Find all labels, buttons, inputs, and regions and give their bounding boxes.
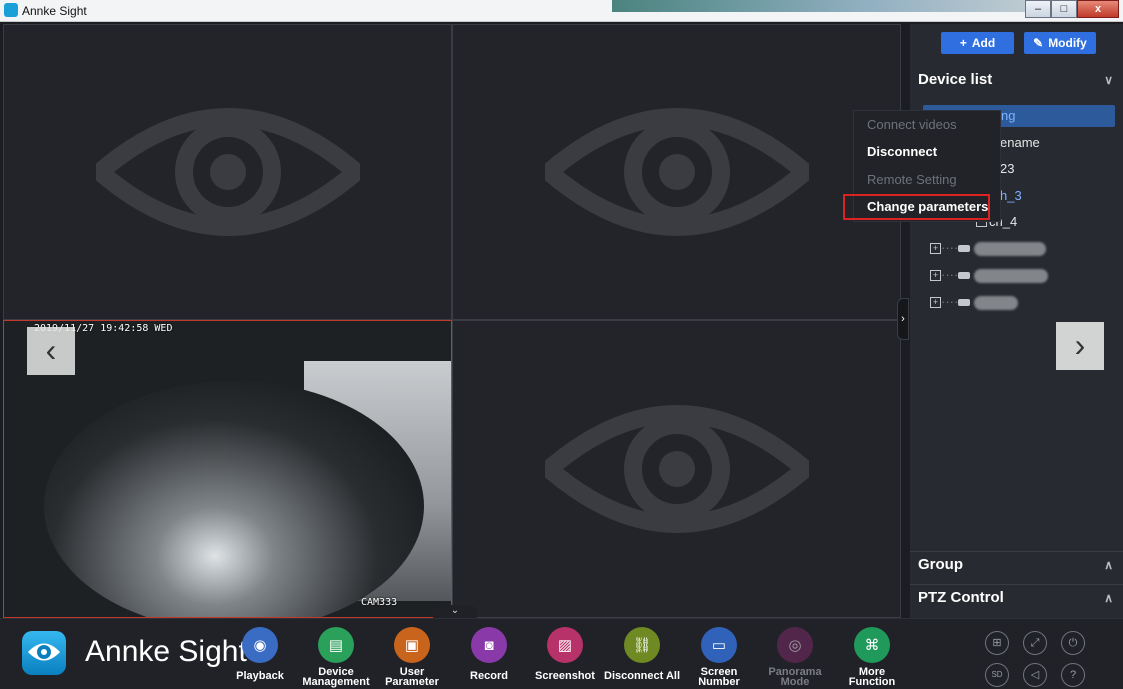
toolbar-button-label: Device Management xyxy=(298,667,374,688)
toolbar-button-screenshot[interactable]: ▨ Screenshot xyxy=(527,627,603,682)
multi-camera-icon[interactable]: ⊞ xyxy=(985,631,1009,655)
toolbar-button-screen-number[interactable]: ▭ Screen Number xyxy=(681,627,757,688)
minimize-button[interactable]: – xyxy=(1025,0,1051,18)
device-list-header[interactable]: Device list ∨ xyxy=(910,66,1123,94)
label-line-1: Record xyxy=(470,670,508,682)
maximize-button[interactable]: □ xyxy=(1051,0,1077,18)
toolbar-collapse-toggle[interactable]: ⌄ xyxy=(433,605,477,618)
video-grid: 2019/11/27 19:42:58 WED CAM333 ‹ xyxy=(3,24,901,618)
chevron-down-icon: ∨ xyxy=(1104,73,1113,87)
eye-placeholder-icon xyxy=(544,405,809,533)
mute-icon[interactable]: ◁ xyxy=(1023,663,1047,687)
playback-icon: ◉ xyxy=(242,627,278,663)
modify-device-button[interactable]: ✎ Modify xyxy=(1024,32,1096,54)
menu-item-connect-videos: Connect videos xyxy=(867,117,957,132)
power-icon[interactable]: ⏻ xyxy=(1061,631,1085,655)
label-line-2: Management xyxy=(302,676,370,688)
label-line-1: Screenshot xyxy=(535,670,595,682)
app-icon xyxy=(4,3,18,17)
toolbar-button-label: More Function xyxy=(834,667,910,688)
dvr-icon xyxy=(958,299,971,307)
highlight-box xyxy=(843,194,990,220)
camera-name-label: CAM333 xyxy=(361,597,398,608)
redacted-device-name xyxy=(973,268,1048,283)
video-cell-1[interactable] xyxy=(3,24,452,320)
toolbar-button-label: Panorama Mode xyxy=(757,667,833,688)
device-list-title: Device list xyxy=(918,71,993,88)
close-button[interactable]: x xyxy=(1077,0,1119,18)
toolbar-button-disconnect-all[interactable]: ⛓ Disconnect All xyxy=(604,627,680,682)
label-line-2: Mode xyxy=(780,676,810,688)
more-function-icon: ⌘ xyxy=(854,627,890,663)
add-label: Add xyxy=(971,36,996,50)
panorama-mode-icon: ◎ xyxy=(777,627,813,663)
screenshot-icon: ▨ xyxy=(547,627,583,663)
bottom-toolbar: Annke Sight ◉ Playback ▤ Device Management ▣ U… xyxy=(0,618,1123,689)
tree-item[interactable]: 23 xyxy=(1000,158,1014,180)
background-window-strip xyxy=(612,0,1032,12)
help-icon[interactable]: ? xyxy=(1061,663,1085,687)
user-parameter-icon: ▣ xyxy=(394,627,430,663)
toolbar-button-device-management[interactable]: ▤ Device Management xyxy=(298,627,374,688)
edit-icon: ✎ xyxy=(1033,36,1044,50)
video-cell-2[interactable] xyxy=(452,24,901,320)
tree-device-collapsed[interactable]: + ···· xyxy=(930,237,1046,259)
modify-label: Modify xyxy=(1048,36,1087,50)
group-title: Group xyxy=(918,556,963,573)
tree-item[interactable]: ename xyxy=(1000,132,1040,154)
record-icon: ◙ xyxy=(471,627,507,663)
chevron-up-icon: ∧ xyxy=(1104,591,1113,605)
label-line-1: Disconnect All xyxy=(604,670,680,682)
tree-device-collapsed[interactable]: + ···· xyxy=(930,264,1048,286)
ptz-control-header[interactable]: PTZ Control ∧ xyxy=(910,584,1123,612)
label-line-2: Number xyxy=(698,676,740,688)
toolbar-button-panorama-mode: ◎ Panorama Mode xyxy=(757,627,833,688)
screen-number-icon: ▭ xyxy=(701,627,737,663)
chevron-up-icon: ∧ xyxy=(1104,558,1113,572)
next-page-button[interactable]: › xyxy=(1056,322,1104,370)
eye-placeholder-icon xyxy=(95,108,360,236)
previous-page-button[interactable]: ‹ xyxy=(27,327,75,375)
disconnect-all-icon: ⛓ xyxy=(624,627,660,663)
label-line-2: Parameter xyxy=(385,676,439,688)
tree-item-channel[interactable]: h_3 xyxy=(1000,185,1022,207)
side-panel-toggle[interactable]: › xyxy=(897,298,909,340)
toolbar-button-label: Playback xyxy=(222,670,298,682)
fullscreen-icon[interactable]: ⤢ xyxy=(1023,631,1047,655)
redacted-device-name xyxy=(973,241,1046,256)
expand-icon[interactable]: + xyxy=(930,243,941,255)
expand-icon[interactable]: + xyxy=(930,270,941,282)
toolbar-button-playback[interactable]: ◉ Playback xyxy=(222,627,298,682)
toolbar-button-label: Screenshot xyxy=(527,670,603,682)
ptz-control-title: PTZ Control xyxy=(918,589,1004,606)
toolbar-button-label: Disconnect All xyxy=(604,670,680,682)
dvr-icon xyxy=(958,245,971,253)
title-bar: Annke Sight – □ x xyxy=(0,0,1123,22)
dvr-icon xyxy=(958,272,971,280)
window-title: Annke Sight xyxy=(22,4,87,18)
menu-item-disconnect[interactable]: Disconnect xyxy=(867,141,937,163)
group-header[interactable]: Group ∧ xyxy=(910,551,1123,579)
plus-icon: + xyxy=(959,36,967,50)
add-device-button[interactable]: + Add xyxy=(941,32,1014,54)
redacted-device-name xyxy=(973,295,1018,310)
toolbar-button-user-parameter[interactable]: ▣ User Parameter xyxy=(374,627,450,688)
device-management-icon: ▤ xyxy=(318,627,354,663)
toolbar-button-record[interactable]: ◙ Record xyxy=(451,627,527,682)
toolbar-button-label: User Parameter xyxy=(374,667,450,688)
video-cell-3-active[interactable]: 2019/11/27 19:42:58 WED CAM333 ‹ xyxy=(3,320,452,618)
toolbar-button-label: Screen Number xyxy=(681,667,757,688)
eye-placeholder-icon xyxy=(544,108,809,236)
expand-icon[interactable]: + xyxy=(930,297,941,309)
toolbar-button-label: Record xyxy=(451,670,527,682)
toolbar-button-more-function[interactable]: ⌘ More Function xyxy=(834,627,910,688)
video-cell-4[interactable] xyxy=(452,320,901,618)
annke-logo-icon xyxy=(22,631,66,675)
sd-icon[interactable]: SD xyxy=(985,663,1009,687)
menu-item-remote-setting: Remote Setting xyxy=(867,172,957,187)
tree-device-collapsed[interactable]: + ···· xyxy=(930,291,1018,313)
label-line-2: Function xyxy=(848,676,896,688)
label-line-1: Playback xyxy=(236,670,284,682)
utility-icons: ⊞ ⤢ ⏻ SD ◁ ? xyxy=(983,625,1093,687)
